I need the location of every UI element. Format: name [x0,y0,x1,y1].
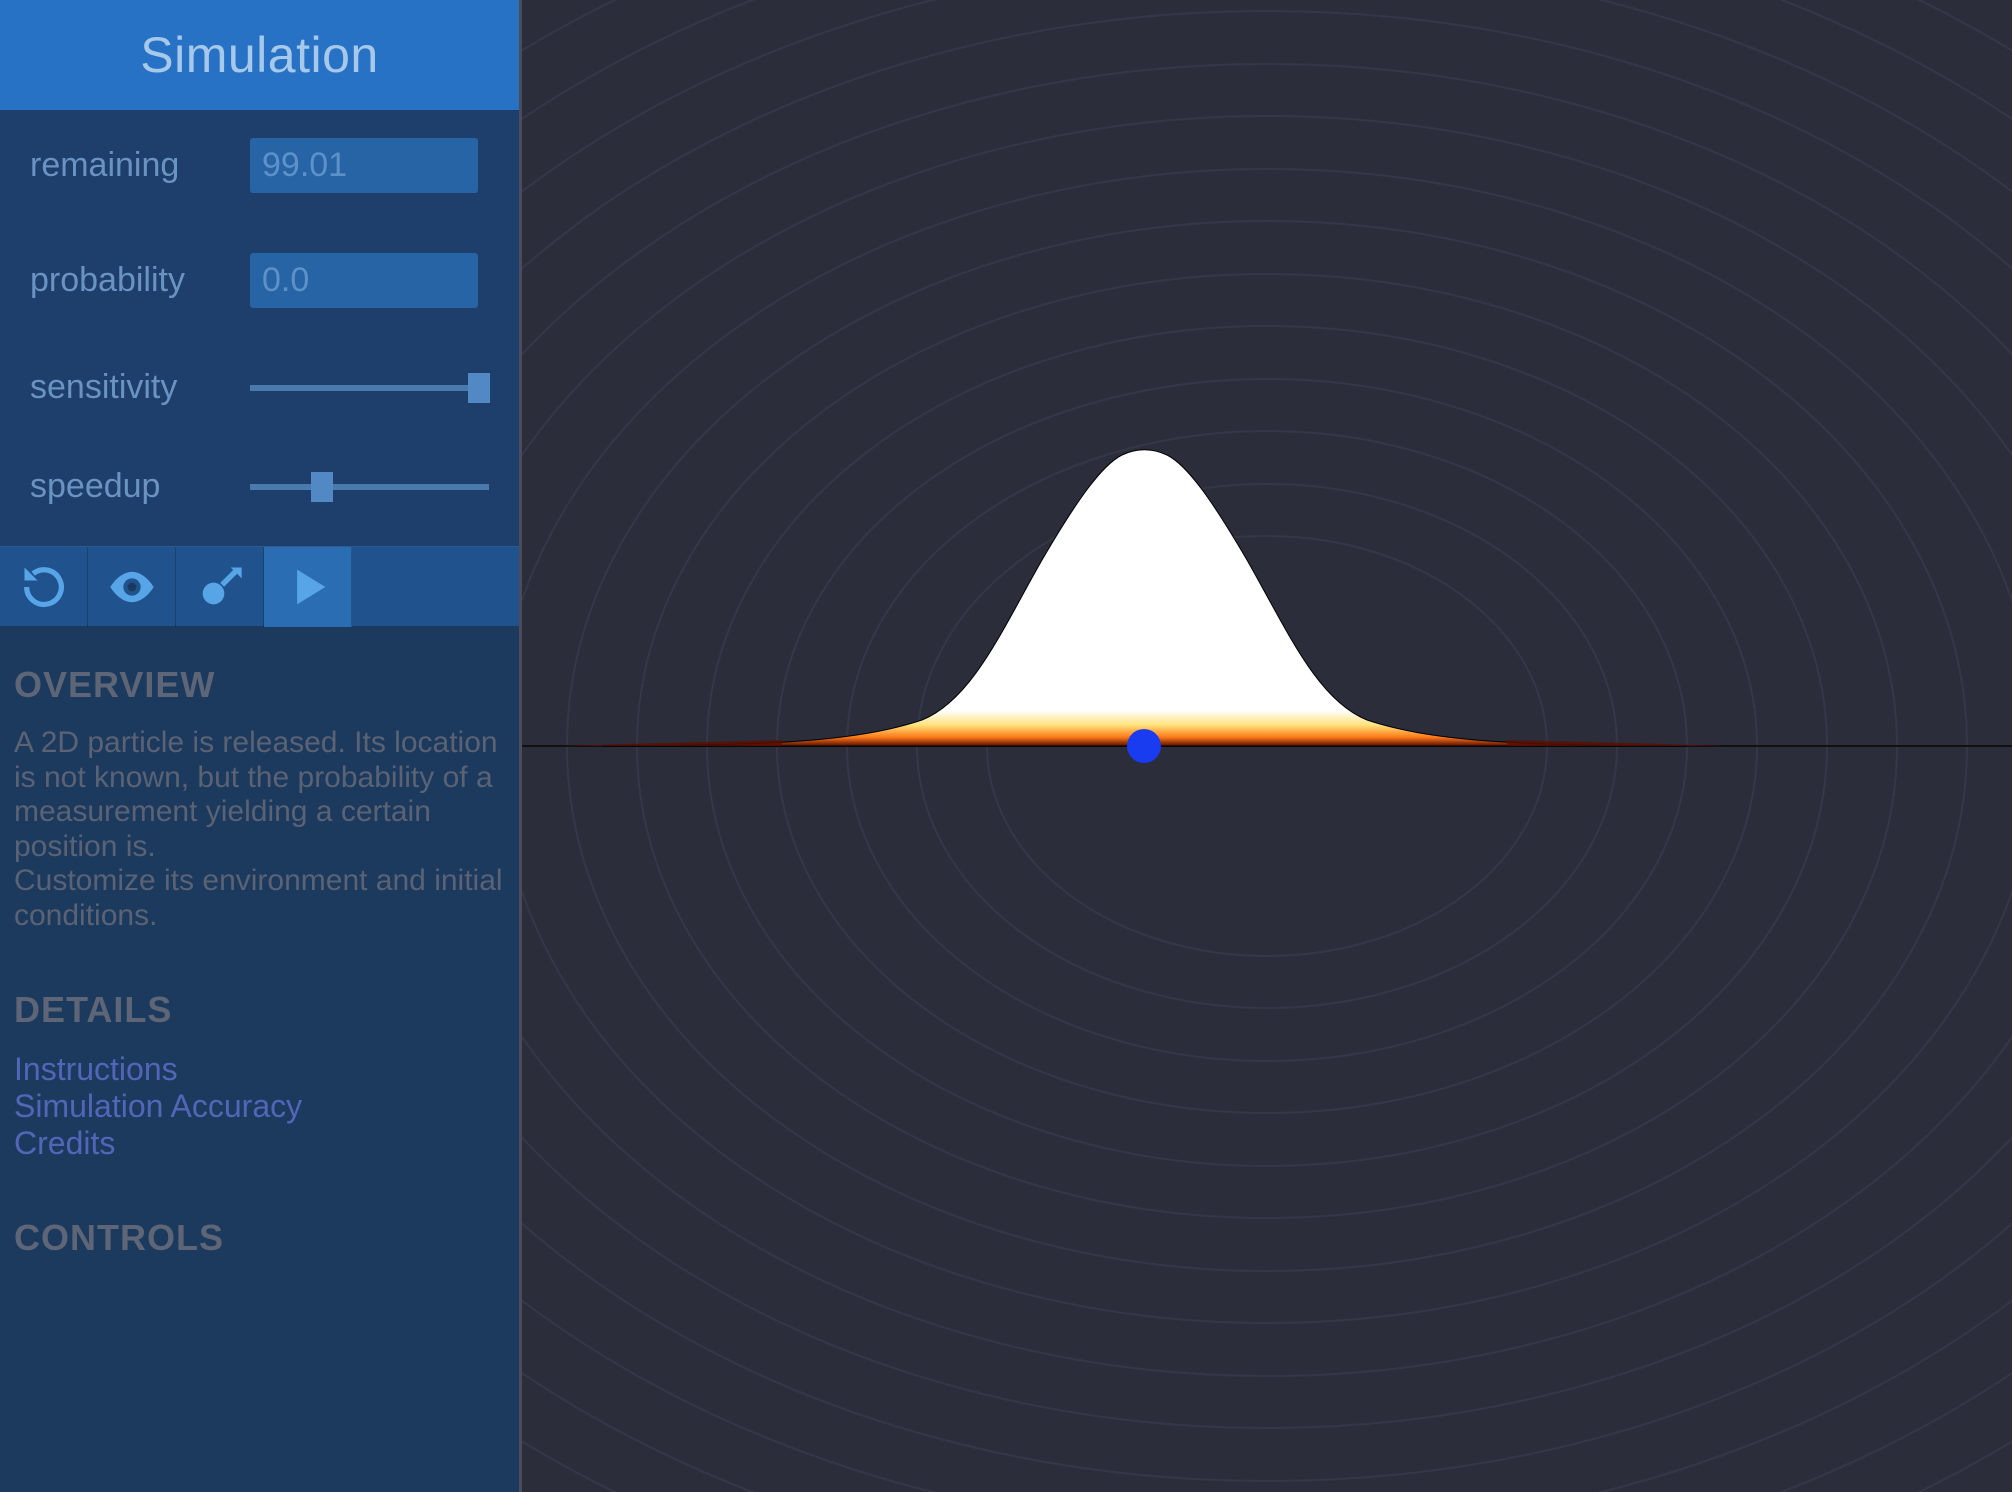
details-heading: DETAILS [14,989,505,1031]
speedup-label: speedup [30,467,250,506]
eye-icon [106,561,158,613]
particle-dot[interactable] [1127,729,1161,763]
link-accuracy[interactable]: Simulation Accuracy [14,1088,505,1125]
remaining-value[interactable]: 99.01 [250,138,478,193]
app-title: Simulation [0,0,519,110]
control-sensitivity: sensitivity [30,368,489,407]
sensitivity-slider[interactable] [250,378,489,398]
link-instructions[interactable]: Instructions [14,1051,505,1088]
speedup-slider[interactable] [250,477,489,497]
sidebar: Simulation remaining 99.01 probability 0… [0,0,522,1492]
view-button[interactable] [88,547,176,627]
reset-icon [18,561,70,613]
speedup-thumb[interactable] [311,472,333,502]
simulation-canvas[interactable] [522,0,2012,1492]
overview-heading: OVERVIEW [14,664,505,706]
probability-label: probability [30,261,250,300]
probability-value[interactable]: 0.0 [250,253,478,308]
wave-visualization [522,0,2012,1492]
sensitivity-label: sensitivity [30,368,250,407]
overview-text: A 2D particle is released. Its location … [14,726,505,933]
info-panel: OVERVIEW A 2D particle is released. Its … [0,626,519,1492]
controls-heading: CONTROLS [14,1217,505,1259]
control-probability: probability 0.0 [30,253,489,308]
play-icon [282,561,334,613]
control-remaining: remaining 99.01 [30,138,489,193]
control-speedup: speedup [30,467,489,506]
toolbar [0,546,519,626]
reset-button[interactable] [0,547,88,627]
link-credits[interactable]: Credits [14,1125,505,1162]
sensitivity-thumb[interactable] [468,373,490,403]
remaining-label: remaining [30,146,250,185]
controls-panel: remaining 99.01 probability 0.0 sensitiv… [0,110,519,546]
particle-button[interactable] [176,547,264,627]
particle-icon [194,561,246,613]
play-button[interactable] [264,547,352,627]
